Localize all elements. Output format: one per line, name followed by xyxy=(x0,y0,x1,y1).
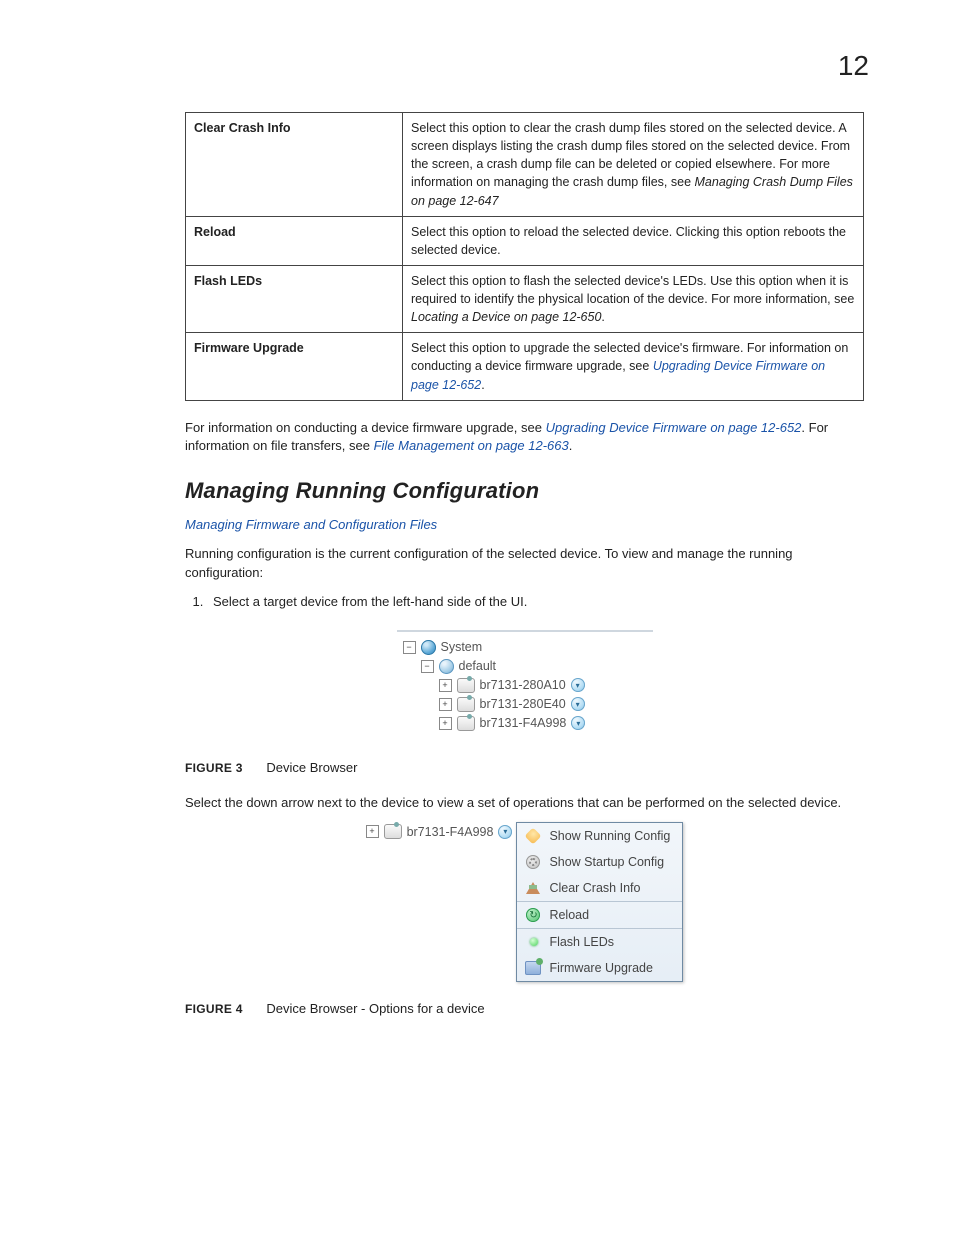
figure-4-image: + br7131-F4A998 ▾ Show Running Config Sh… xyxy=(185,822,864,982)
flash-led-icon xyxy=(525,934,541,950)
running-config-icon xyxy=(525,828,541,844)
text: For information on conducting a device f… xyxy=(185,420,546,435)
firmware-upgrade-icon xyxy=(525,960,541,976)
menu-label: Show Running Config xyxy=(549,829,670,843)
expand-icon[interactable]: + xyxy=(439,698,452,711)
tree-root-label: System xyxy=(441,640,483,654)
link-file-management[interactable]: File Management on page 12-663 xyxy=(374,438,569,453)
dropdown-icon[interactable]: ▾ xyxy=(571,678,585,692)
menu-label: Flash LEDs xyxy=(549,935,614,949)
context-menu: Show Running Config Show Startup Config … xyxy=(516,822,683,982)
section-heading: Managing Running Configuration xyxy=(185,478,864,504)
link-managing-files[interactable]: Managing Firmware and Configuration File… xyxy=(185,517,437,532)
link-upgrading-firmware[interactable]: Upgrading Device Firmware on page 12-652 xyxy=(546,420,802,435)
expand-icon[interactable]: + xyxy=(366,825,379,838)
figure-label: FIGURE 3 xyxy=(185,761,243,775)
options-table: Clear Crash Info Select this option to c… xyxy=(185,112,864,401)
figure-3-image: − System − default + br7131-280A10 ▾ + b… xyxy=(185,630,864,741)
dropdown-icon[interactable]: ▾ xyxy=(498,825,512,839)
sub-link-wrap: Managing Firmware and Configuration File… xyxy=(185,516,864,535)
figure-caption-text: Device Browser - Options for a device xyxy=(266,1001,484,1016)
tree-root[interactable]: − System xyxy=(403,638,633,657)
row-firmware-desc: Select this option to upgrade the select… xyxy=(403,333,864,400)
row-reload-label: Reload xyxy=(186,216,403,265)
collapse-icon[interactable]: − xyxy=(403,641,416,654)
device-icon xyxy=(457,678,475,693)
page-number: 12 xyxy=(185,50,869,82)
menu-show-running[interactable]: Show Running Config xyxy=(517,823,682,849)
menu-label: Firmware Upgrade xyxy=(549,961,653,975)
tree-device-label: br7131-280A10 xyxy=(480,678,566,692)
row-clear-crash-label: Clear Crash Info xyxy=(186,113,403,217)
menu-reload[interactable]: Reload xyxy=(517,901,682,928)
dropdown-icon[interactable]: ▾ xyxy=(571,697,585,711)
menu-clear-crash[interactable]: Clear Crash Info xyxy=(517,875,682,901)
step-1: Select a target device from the left-han… xyxy=(207,593,864,612)
figure-label: FIGURE 4 xyxy=(185,1002,243,1016)
dropdown-icon[interactable]: ▾ xyxy=(571,716,585,730)
clear-crash-icon xyxy=(525,880,541,896)
row-firmware-label: Firmware Upgrade xyxy=(186,333,403,400)
text: . xyxy=(601,310,604,324)
step-list: Select a target device from the left-han… xyxy=(185,593,864,612)
tree-device[interactable]: + br7131-F4A998 ▾ xyxy=(403,714,633,733)
tree-group[interactable]: − default xyxy=(403,657,633,676)
text: Select this option to flash the selected… xyxy=(411,274,854,306)
menu-label: Reload xyxy=(549,908,589,922)
expand-icon[interactable]: + xyxy=(439,717,452,730)
intro-paragraph: For information on conducting a device f… xyxy=(185,419,864,457)
figure-4-device-row[interactable]: + br7131-F4A998 ▾ xyxy=(366,822,513,839)
expand-icon[interactable]: + xyxy=(439,679,452,692)
group-icon xyxy=(439,659,454,674)
reload-icon xyxy=(525,907,541,923)
row-clear-crash-desc: Select this option to clear the crash du… xyxy=(403,113,864,217)
row-flash-desc: Select this option to flash the selected… xyxy=(403,265,864,332)
menu-show-startup[interactable]: Show Startup Config xyxy=(517,849,682,875)
row-reload-desc: Select this option to reload the selecte… xyxy=(403,216,864,265)
crossref-italic: Locating a Device on page 12-650 xyxy=(411,310,601,324)
text: . xyxy=(481,378,484,392)
menu-firmware-upgrade[interactable]: Firmware Upgrade xyxy=(517,955,682,981)
row-flash-label: Flash LEDs xyxy=(186,265,403,332)
select-arrow-paragraph: Select the down arrow next to the device… xyxy=(185,794,864,813)
text: . xyxy=(569,438,573,453)
globe-icon xyxy=(421,640,436,655)
tree-device[interactable]: + br7131-280A10 ▾ xyxy=(403,676,633,695)
menu-flash-leds[interactable]: Flash LEDs xyxy=(517,928,682,955)
figure-4-device-label: br7131-F4A998 xyxy=(407,825,494,839)
startup-config-icon xyxy=(525,854,541,870)
menu-label: Show Startup Config xyxy=(549,855,664,869)
figure-3-caption: FIGURE 3 Device Browser xyxy=(185,759,864,778)
collapse-icon[interactable]: − xyxy=(421,660,434,673)
tree-device[interactable]: + br7131-280E40 ▾ xyxy=(403,695,633,714)
device-icon xyxy=(384,824,402,839)
figure-4-caption: FIGURE 4 Device Browser - Options for a … xyxy=(185,1000,864,1019)
menu-label: Clear Crash Info xyxy=(549,881,640,895)
device-icon xyxy=(457,716,475,731)
tree-group-label: default xyxy=(459,659,497,673)
tree-device-label: br7131-F4A998 xyxy=(480,716,567,730)
tree-device-label: br7131-280E40 xyxy=(480,697,566,711)
device-icon xyxy=(457,697,475,712)
running-config-desc: Running configuration is the current con… xyxy=(185,545,864,583)
device-tree: − System − default + br7131-280A10 ▾ + b… xyxy=(397,630,653,741)
figure-caption-text: Device Browser xyxy=(266,760,357,775)
